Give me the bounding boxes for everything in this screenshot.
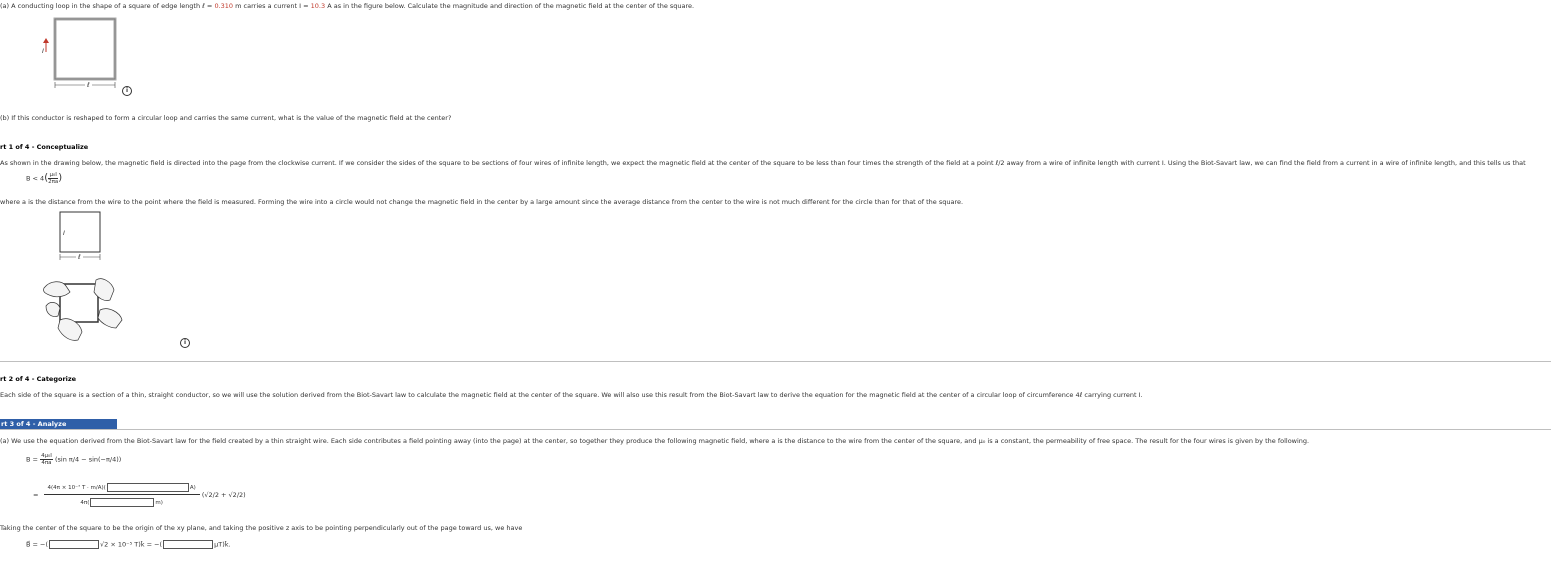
l-value: 0.310: [214, 2, 234, 10]
problem-a-text-2: m carries a current: [233, 2, 300, 10]
eq2-den-pre: 4π(: [80, 500, 90, 506]
eq1-frac: 4μ₀I 4πa: [40, 453, 53, 466]
eq1-den: 4πa: [41, 460, 52, 466]
info-icon[interactable]: i: [122, 86, 132, 96]
equals: =: [204, 2, 215, 10]
part3-heading-bar: rt 3 of 4 - Analyze: [0, 419, 117, 429]
part3-taking: Taking the center of the square to be th…: [0, 524, 523, 532]
right-hand-rule-figure: [43, 278, 123, 341]
eq2-rest: (√2/2 + √2/2): [201, 491, 246, 499]
square-loop-figure: [43, 17, 117, 88]
final-end: μT)k̂.: [214, 540, 231, 549]
part1-paragraph: As shown in the drawing below, the magne…: [0, 159, 1526, 167]
eq1-lhs: B =: [26, 455, 38, 464]
part1-heading: rt 1 of 4 - Conceptualize: [0, 143, 89, 151]
final-lhs: B⃗ = −(: [26, 540, 49, 549]
current-input[interactable]: [106, 483, 189, 492]
part2-heading: rt 2 of 4 - Categorize: [0, 375, 77, 383]
equals-2: =: [301, 2, 311, 10]
fig2-I-label: I: [63, 229, 65, 237]
fig-I-label: I: [42, 47, 44, 55]
part1-eq-lhs: B < 4: [26, 174, 45, 183]
part3-equation-1: B = 4μ₀I 4πa (sin π/4 − sin(−π/4)): [26, 453, 121, 466]
eq1-rest: (sin π/4 − sin(−π/4)): [54, 455, 122, 464]
eq2-eq: =: [33, 491, 39, 499]
final-mid: √2 × 10⁻⁵ T)k̂ = −(: [100, 540, 163, 549]
problem-a-text: (a) A conducting loop in the shape of a …: [0, 2, 203, 10]
distance-input[interactable]: [90, 498, 155, 507]
part1-eq-den: 2πa: [48, 179, 59, 185]
part1-eq-num: μ₀I: [48, 172, 59, 179]
divider-2: [0, 429, 1551, 430]
eq2-num-unit: A): [189, 485, 196, 491]
I-value: 10.3: [310, 2, 326, 10]
part1-eq-frac: μ₀I 2πa: [48, 172, 59, 185]
eq1-num: 4μ₀I: [40, 453, 53, 460]
field-microtesla-input[interactable]: [163, 540, 214, 549]
fig-l-label: ℓ: [85, 81, 92, 89]
divider-1: [0, 361, 1551, 362]
part2-paragraph: Each side of the square is a section of …: [0, 391, 1143, 399]
part3-final-equation: B⃗ = −( √2 × 10⁻⁵ T)k̂ = −( μT)k̂.: [26, 540, 231, 549]
part1-equation: B < 4(μ₀I 2πa): [26, 172, 63, 185]
info-icon-2[interactable]: i: [180, 338, 190, 348]
part3-heading: rt 3 of 4 - Analyze: [1, 420, 67, 428]
eq2-num-pre: 4(4π × 10⁻⁷ T · m/A)(: [47, 485, 106, 491]
eq2-den-unit: m): [155, 500, 163, 506]
part3-equation-2: = 4(4π × 10⁻⁷ T · m/A)( A) 4π( m) (√2/2 + …: [33, 483, 246, 507]
eq2-frac: 4(4π × 10⁻⁷ T · m/A)( A) 4π( m): [43, 483, 200, 507]
part3-paragraph: (a) We use the equation derived from the…: [0, 437, 1310, 445]
hand-icon: [43, 278, 123, 341]
eq2-denominator: 4π( m): [44, 495, 200, 507]
fig2-l-label: ℓ: [76, 253, 83, 261]
problem-a-text-3: A as in the figure below. Calculate the …: [325, 2, 695, 10]
problem-part-b: (b) If this conductor is reshaped to for…: [0, 114, 452, 122]
eq2-numerator: 4(4π × 10⁻⁷ T · m/A)( A): [43, 483, 200, 495]
part1-where: where a is the distance from the wire to…: [0, 198, 964, 206]
problem-part-a: (a) A conducting loop in the shape of a …: [0, 2, 694, 10]
coefficient-input[interactable]: [49, 540, 100, 549]
